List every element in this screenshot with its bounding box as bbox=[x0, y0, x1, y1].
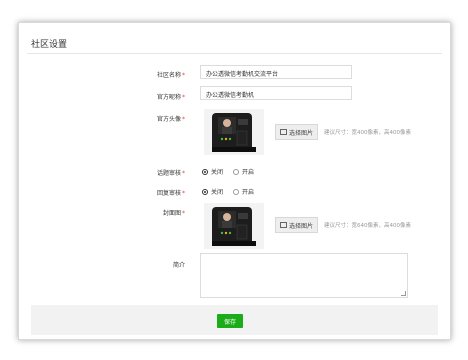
reply-review-on-option[interactable]: 开启 bbox=[233, 187, 254, 196]
topic-review-radio-group: 关闭 开启 bbox=[202, 167, 264, 176]
reply-review-off-option[interactable]: 关闭 bbox=[202, 187, 223, 196]
official-nickname-label: 官方昵称* bbox=[156, 94, 185, 101]
radio-checked-icon bbox=[202, 168, 208, 175]
reply-review-label: 回复审核* bbox=[156, 190, 185, 197]
image-icon bbox=[280, 222, 287, 228]
cover-size-hint: 建议尺寸：宽640像素，高400像素 bbox=[324, 223, 411, 229]
reply-review-radio-group: 关闭 开启 bbox=[202, 187, 264, 196]
avatar-size-hint: 建议尺寸：宽400像素，高400像素 bbox=[324, 130, 411, 136]
intro-textarea[interactable] bbox=[200, 253, 408, 298]
avatar-select-image-button[interactable]: 选择图片 bbox=[275, 124, 319, 140]
resize-handle-icon[interactable] bbox=[401, 291, 406, 296]
community-name-label: 社区名称* bbox=[156, 72, 185, 79]
radio-checked-icon bbox=[202, 188, 208, 195]
topic-review-on-option[interactable]: 开启 bbox=[233, 167, 254, 176]
avatar-preview-image bbox=[204, 109, 264, 155]
topic-review-off-option[interactable]: 关闭 bbox=[202, 167, 223, 176]
official-avatar-label: 官方头像* bbox=[156, 116, 185, 123]
topic-review-label: 话题审核* bbox=[156, 170, 185, 177]
settings-panel: 社区设置 社区名称* 办公透微信考勤机交流平台 官方昵称* 办公透微信考勤机 官… bbox=[18, 22, 451, 340]
save-button[interactable]: 保存 bbox=[217, 314, 243, 328]
official-nickname-input[interactable]: 办公透微信考勤机 bbox=[200, 86, 352, 100]
community-name-input[interactable]: 办公透微信考勤机交流平台 bbox=[200, 65, 352, 79]
cover-preview-image bbox=[204, 203, 264, 249]
page-title: 社区设置 bbox=[31, 40, 68, 50]
cover-image-label: 封面图* bbox=[162, 210, 185, 217]
title-divider bbox=[27, 53, 442, 54]
image-icon bbox=[280, 129, 287, 135]
radio-unchecked-icon bbox=[233, 168, 240, 175]
radio-unchecked-icon bbox=[233, 188, 240, 195]
intro-label: 简介 bbox=[172, 262, 185, 269]
form-footer: 保存 bbox=[31, 305, 438, 335]
cover-select-image-button[interactable]: 选择图片 bbox=[275, 217, 319, 233]
